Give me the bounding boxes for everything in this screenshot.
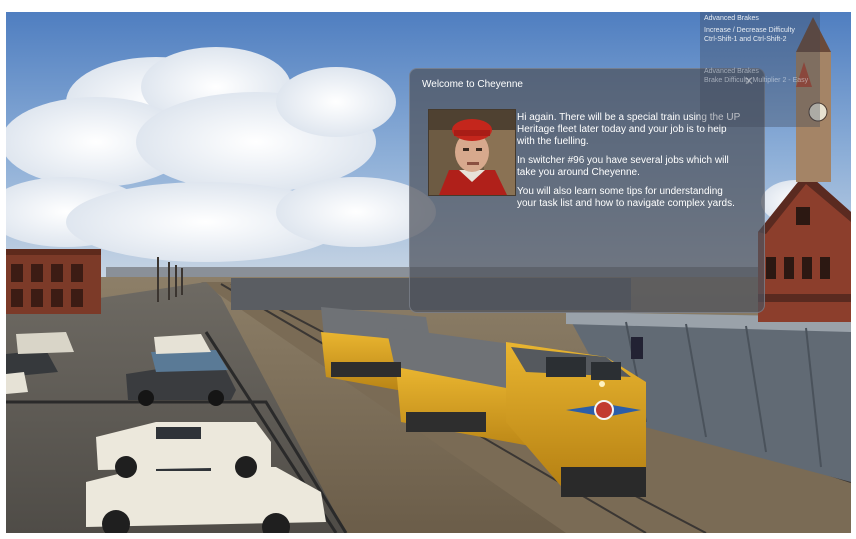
briefing-paragraph: You will also learn some tips for unders… — [517, 186, 735, 209]
brake-difficulty-hud: Advanced Brakes Increase / Decrease Diff… — [700, 12, 820, 127]
hud-line: Advanced Brakes — [704, 15, 759, 22]
driver-portrait — [428, 109, 516, 196]
hud-line: Brake Difficulty Multiplier 2 - Easy — [704, 77, 809, 84]
hud-line: Increase / Decrease Difficulty — [704, 27, 795, 34]
hud-line: Advanced Brakes — [704, 68, 759, 75]
hud-line: Ctrl-Shift-1 and Ctrl-Shift-2 — [704, 36, 787, 43]
dialog-title: Welcome to Cheyenne — [422, 79, 523, 90]
briefing-paragraph: In switcher #96 you have several jobs wh… — [517, 155, 729, 178]
hud-line — [704, 44, 816, 53]
brick-roundhouse — [6, 249, 101, 314]
dialog-body: Hi again. There will be a special train … — [517, 112, 742, 217]
